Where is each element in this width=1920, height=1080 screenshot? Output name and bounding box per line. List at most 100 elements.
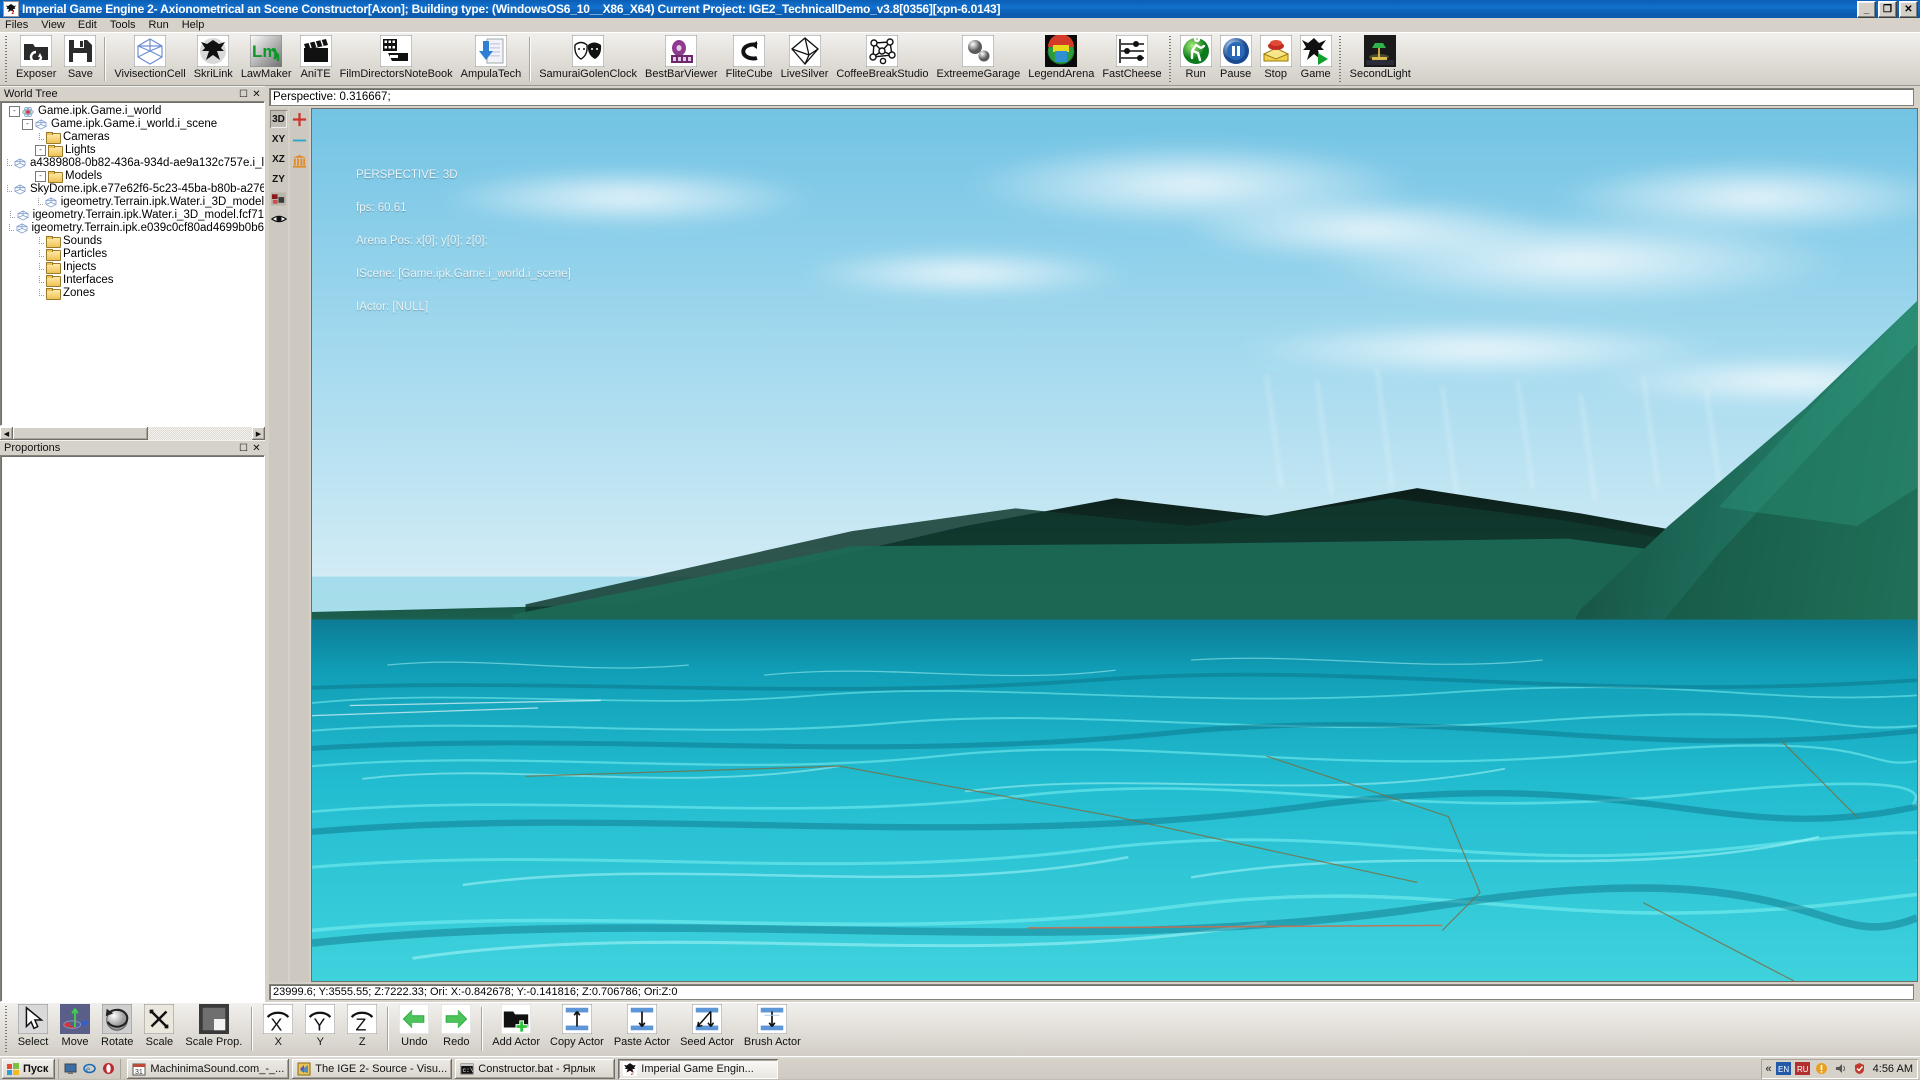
tree-node[interactable]: Interfaces: [3, 274, 264, 287]
transform-button-z[interactable]: ZZ: [341, 1003, 383, 1055]
toolbar-button-skrilink[interactable]: SkriLink: [190, 33, 237, 85]
toolbar-button-stop[interactable]: Stop: [1256, 33, 1296, 85]
toolbar-button-bestbarviewer[interactable]: BestBarViewer: [641, 33, 722, 85]
view-mode-3d[interactable]: 3D: [270, 110, 287, 128]
menu-item-view[interactable]: View: [41, 19, 65, 31]
toolbar-button-save[interactable]: Save: [60, 33, 100, 85]
tree-node[interactable]: Cameras: [3, 131, 264, 144]
tree-expander[interactable]: -: [22, 119, 33, 130]
tree-expander[interactable]: -: [9, 106, 20, 117]
tree-node[interactable]: - Game.ipk.Game.i_world: [3, 105, 264, 118]
maximize-button[interactable]: ❐: [1878, 1, 1897, 18]
tree-node[interactable]: SkyDome.ipk.e77e62f6-5c23-45ba-b80b-a276: [3, 183, 264, 196]
transform-button-y[interactable]: YY: [299, 1003, 341, 1055]
world-tree-list[interactable]: - Game.ipk.Game.i_world - Game.ipk.Game.i_w…: [1, 102, 264, 300]
transform-button-paste-actor[interactable]: Paste Actor: [609, 1003, 675, 1055]
transform-toolbar-grip[interactable]: [3, 1006, 9, 1052]
toolbar-grip[interactable]: [3, 36, 9, 82]
blue-line-icon[interactable]: [291, 131, 308, 149]
minimize-button[interactable]: _: [1857, 1, 1876, 18]
tree-node[interactable]: igeometry.Terrain.ipk.Water.i_3D_model.f…: [3, 209, 264, 222]
shield-icon[interactable]: [1852, 1061, 1867, 1076]
volume-icon[interactable]: [1833, 1061, 1848, 1076]
toolbar-button-coffeebreakstudio[interactable]: CoffeeBreakStudio: [832, 33, 932, 85]
perspective-input[interactable]: Perspective: 0.316667;: [269, 88, 1914, 106]
toolbar-button-secondlight[interactable]: SecondLight: [1346, 33, 1415, 85]
tree-node[interactable]: Zones: [3, 287, 264, 300]
tray-chevron-icon[interactable]: «: [1766, 1063, 1772, 1075]
viewport-status-input[interactable]: 23999.6; Y:3555.55; Z:7222.33; Ori: X:-0…: [269, 984, 1914, 1000]
tree-node[interactable]: Particles: [3, 248, 264, 261]
taskbar-item[interactable]: c:\ Constructor.bat - Ярлык: [455, 1058, 616, 1079]
view-mode-zy[interactable]: ZY: [270, 170, 287, 188]
tree-node[interactable]: igeometry.Terrain.ipk.Water.i_3D_model: [3, 196, 264, 209]
toolbar-grip[interactable]: [1336, 36, 1343, 82]
menu-item-tools[interactable]: Tools: [110, 19, 136, 31]
transform-button-undo[interactable]: Undo: [393, 1003, 435, 1055]
tree-node[interactable]: Sounds: [3, 235, 264, 248]
transform-button-scale[interactable]: Scale: [138, 1003, 180, 1055]
toolbar-button-extreemegarage[interactable]: ExtreemeGarage: [933, 33, 1025, 85]
world-tree-restore-icon[interactable]: ☐: [237, 88, 250, 100]
menu-item-files[interactable]: Files: [5, 19, 28, 31]
menu-item-run[interactable]: Run: [149, 19, 169, 31]
transform-button-add-actor[interactable]: Add Actor: [487, 1003, 545, 1055]
transform-button-redo[interactable]: Redo: [435, 1003, 477, 1055]
toolbar-button-vivisectioncell[interactable]: VivisectionCell: [110, 33, 189, 85]
internet-explorer-icon[interactable]: e: [82, 1061, 97, 1076]
transform-button-copy-actor[interactable]: Copy Actor: [545, 1003, 609, 1055]
tree-node[interactable]: a4389808-0b82-436a-934d-ae9a132c757e.i_l: [3, 157, 264, 170]
taskbar-item[interactable]: 2 Imperial Game Engin...: [618, 1058, 779, 1079]
menu-item-help[interactable]: Help: [182, 19, 205, 31]
temple-grid-icon[interactable]: [291, 152, 308, 170]
toolbar-button-livesilver[interactable]: LiveSilver: [777, 33, 833, 85]
opera-icon[interactable]: [101, 1061, 116, 1076]
toolbar-button-game[interactable]: Game: [1296, 33, 1336, 85]
toolbar-button-flitecube[interactable]: FliteCube: [722, 33, 777, 85]
3d-viewport[interactable]: PERSPECTIVE: 3D fps: 60.61 Arena Pos: x[…: [311, 108, 1918, 982]
language-icon[interactable]: EN: [1775, 1061, 1791, 1076]
transform-button-seed-actor[interactable]: Seed Actor: [675, 1003, 739, 1055]
view-mode-xy[interactable]: XY: [270, 130, 287, 148]
warning-icon[interactable]: [1814, 1061, 1829, 1076]
scroll-left-button[interactable]: ◀: [0, 427, 13, 440]
tree-node[interactable]: - Models: [3, 170, 264, 183]
toolbar-button-samuraigolenclock[interactable]: SamuraiGolenClock: [535, 33, 641, 85]
view-mode-xz[interactable]: XZ: [270, 150, 287, 168]
transform-button-move[interactable]: Move: [54, 1003, 96, 1055]
tree-node[interactable]: - Lights: [3, 144, 264, 157]
red-crosshair-icon[interactable]: [291, 110, 308, 128]
scroll-right-button[interactable]: ▶: [252, 427, 265, 440]
transform-button-brush-actor[interactable]: Brush Actor: [739, 1003, 806, 1055]
transform-button-x[interactable]: XX: [257, 1003, 299, 1055]
toolbar-button-exposer[interactable]: Exposer: [12, 33, 60, 85]
proportions-close-icon[interactable]: ✕: [250, 442, 263, 454]
transform-button-scale-prop-[interactable]: Scale Prop.: [180, 1003, 247, 1055]
toolbar-button-ampulatech[interactable]: AmpulaTech: [457, 33, 526, 85]
lang2-icon[interactable]: RU: [1794, 1061, 1810, 1076]
menu-item-edit[interactable]: Edit: [78, 19, 97, 31]
toolbar-button-fastcheese[interactable]: FastCheese: [1098, 33, 1165, 85]
eye-visibility-icon[interactable]: [270, 210, 287, 228]
toolbar-button-pause[interactable]: Pause: [1216, 33, 1256, 85]
transform-button-rotate[interactable]: Rotate: [96, 1003, 138, 1055]
start-button[interactable]: Пуск: [2, 1058, 56, 1079]
tree-node[interactable]: igeometry.Terrain.ipk.e039c0cf80ad4699b0…: [3, 222, 264, 235]
show-desktop-icon[interactable]: [63, 1061, 78, 1076]
toolbar-button-run[interactable]: Run: [1176, 33, 1216, 85]
toolbar-button-legendarena[interactable]: LegendArena: [1024, 33, 1098, 85]
toolbar-button-lawmaker[interactable]: Lm LawMaker: [237, 33, 296, 85]
tree-node[interactable]: Injects: [3, 261, 264, 274]
tree-node[interactable]: - Game.ipk.Game.i_world.i_scene: [3, 118, 264, 131]
close-button[interactable]: ✕: [1899, 1, 1918, 18]
toolbar-grip[interactable]: [1166, 36, 1173, 82]
proportions-restore-icon[interactable]: ☐: [237, 442, 250, 454]
scroll-thumb[interactable]: [13, 427, 148, 440]
toolbar-button-filmdirectorsnotebook[interactable]: FilmDirectorsNoteBook: [336, 33, 457, 85]
scroll-track[interactable]: [13, 427, 252, 440]
taskbar-item[interactable]: The IGE 2- Source - Visu...: [292, 1058, 453, 1079]
toolbar-button-anite[interactable]: AniTE: [296, 33, 336, 85]
tree-expander[interactable]: -: [35, 171, 46, 182]
texture-view-icon[interactable]: [270, 190, 287, 208]
transform-button-select[interactable]: Select: [12, 1003, 54, 1055]
